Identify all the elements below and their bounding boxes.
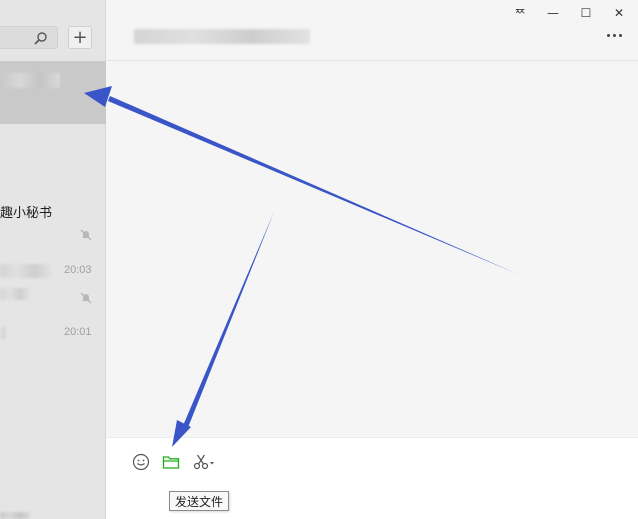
chat-list-sidebar: + 趣小秘书 20:03 20:01 — [0, 0, 106, 519]
pin-button[interactable]: ᅑ — [509, 4, 531, 22]
wechat-window: + 趣小秘书 20:03 20:01 ᅑ — ☐ ✕ 发送文件 — [0, 0, 638, 519]
blurred-chat-name — [0, 264, 52, 278]
chat-header: ᅑ — ☐ ✕ — [106, 0, 638, 61]
more-dot-icon — [613, 34, 616, 37]
blurred-chat-name — [0, 327, 6, 339]
emoji-icon — [132, 453, 150, 471]
minimize-button[interactable]: — — [542, 4, 564, 22]
screenshot-button[interactable] — [192, 452, 218, 472]
send-file-tooltip: 发送文件 — [169, 491, 230, 511]
more-dot-icon — [607, 34, 610, 37]
blurred-chat-title — [134, 29, 310, 44]
blurred-chat-name — [0, 73, 60, 88]
add-chat-button[interactable]: + — [68, 26, 92, 49]
close-button[interactable]: ✕ — [608, 4, 630, 22]
blurred-chat-name — [0, 512, 30, 519]
message-area — [106, 62, 638, 437]
chat-name: 趣小秘书 — [0, 206, 53, 221]
search-icon[interactable] — [33, 31, 49, 47]
blurred-chat-preview — [0, 288, 30, 300]
more-dot-icon — [619, 34, 622, 37]
message-input-area[interactable]: 发送文件 — [106, 437, 638, 519]
folder-icon — [162, 456, 180, 469]
search-input[interactable] — [0, 26, 58, 49]
emoji-button[interactable] — [131, 452, 151, 472]
chat-time: 20:01 — [64, 326, 92, 338]
chat-list-item[interactable]: 趣小秘书 — [0, 190, 106, 250]
chat-panel: ᅑ — ☐ ✕ 发送文件 — [106, 0, 638, 519]
chat-list-item-selected[interactable] — [0, 61, 106, 124]
scissors-icon — [193, 454, 214, 470]
maximize-button[interactable]: ☐ — [575, 4, 597, 22]
mute-bell-icon — [80, 289, 92, 304]
chat-list-item[interactable]: 20:01 — [0, 318, 106, 358]
chat-time: 20:03 — [64, 264, 92, 276]
more-options-button[interactable] — [607, 34, 622, 37]
send-file-button[interactable] — [161, 452, 181, 472]
chat-list-item[interactable]: 20:03 — [0, 255, 106, 315]
mute-bell-icon — [80, 226, 92, 241]
